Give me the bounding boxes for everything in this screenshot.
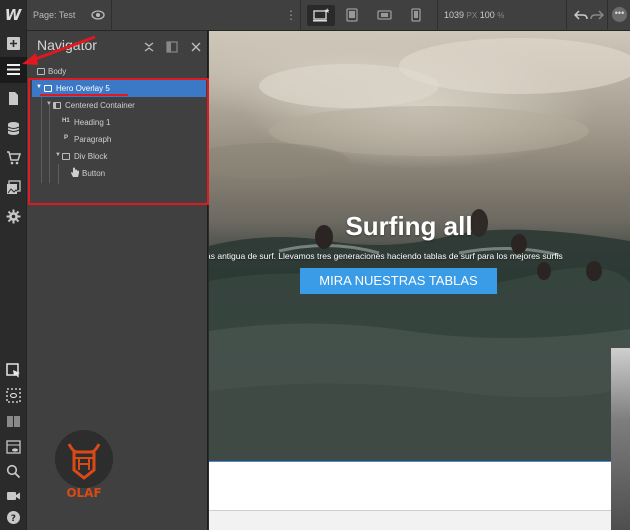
layout-eye-icon <box>6 440 21 454</box>
vertical-dots-icon[interactable]: ⋮ <box>285 8 297 22</box>
video-camera-icon <box>7 492 20 500</box>
barcode-icon <box>7 416 20 427</box>
cms-panel-button[interactable] <box>0 116 27 142</box>
page-preview-button[interactable] <box>0 435 27 461</box>
hero-heading[interactable]: Surfing all <box>209 211 609 242</box>
divider <box>111 0 112 31</box>
pages-panel-button[interactable] <box>0 86 27 112</box>
more-options-button[interactable]: ••• <box>612 7 627 22</box>
tablet-breakpoint-button[interactable] <box>339 5 367 26</box>
divider <box>437 0 438 31</box>
divider <box>607 0 608 31</box>
gear-icon <box>6 209 21 224</box>
page-selector[interactable]: Page: Test <box>33 10 75 20</box>
search-icon <box>6 464 21 479</box>
red-arrow-icon <box>22 35 96 65</box>
collapse-all-icon[interactable] <box>143 40 155 52</box>
red-underline <box>40 94 128 96</box>
page-name: Test <box>58 10 76 20</box>
preview-mode-button[interactable] <box>0 383 27 409</box>
divider <box>566 0 567 31</box>
dock-panel-icon[interactable] <box>166 40 178 53</box>
svg-text:★: ★ <box>324 8 329 15</box>
hero-background-image <box>209 38 630 461</box>
dashed-preview-icon <box>6 388 21 403</box>
phone-landscape-icon <box>377 10 392 20</box>
desktop-star-icon: ★ <box>313 8 329 22</box>
undo-icon[interactable] <box>573 8 588 22</box>
mobile-portrait-button[interactable] <box>403 5 431 26</box>
settings-panel-button[interactable] <box>0 204 27 230</box>
zoom-value: 100 <box>479 10 495 20</box>
olaf-logo-text: OLAF <box>66 486 102 500</box>
page-prefix: Page: <box>33 10 57 20</box>
phone-portrait-icon <box>411 8 421 22</box>
mobile-landscape-button[interactable] <box>371 5 399 26</box>
hero-overlay-section[interactable]: Surfing all ás antigua de surf. Llevamos… <box>209 31 630 461</box>
divider <box>300 0 301 31</box>
assets-panel-button[interactable] <box>0 175 27 201</box>
svg-text:?: ? <box>11 514 16 524</box>
help-button[interactable]: ? <box>0 505 27 530</box>
search-button[interactable] <box>0 459 27 485</box>
cart-icon <box>7 151 21 165</box>
hero-paragraph[interactable]: ás antigua de surf. Llevamos tres genera… <box>209 251 630 261</box>
page-icon <box>9 92 18 105</box>
audit-panel-button[interactable] <box>0 409 27 435</box>
database-icon <box>7 122 20 135</box>
adjacent-image-strip <box>611 348 630 530</box>
width-unit: PX <box>466 11 478 20</box>
tablet-icon <box>346 8 358 22</box>
left-toolbar: ? <box>0 31 27 530</box>
images-icon <box>7 180 21 194</box>
select-element-button[interactable] <box>0 358 27 384</box>
preview-eye-icon[interactable] <box>91 8 105 22</box>
canvas-size-readout: 1039 PX 100 % <box>444 10 504 20</box>
webflow-designer: W Page: Test ⋮ ★ 1039 PX 100 % ••• ? Nav… <box>0 0 630 530</box>
cursor-select-icon <box>6 363 20 378</box>
design-canvas[interactable]: Surfing all ás antigua de surf. Llevamos… <box>209 31 630 530</box>
olaf-watermark-logo: OLAF <box>55 430 113 508</box>
help-icon: ? <box>7 511 20 524</box>
viking-helmet-icon <box>67 443 101 480</box>
width-value: 1039 <box>444 10 465 20</box>
desktop-breakpoint-button[interactable]: ★ <box>307 5 335 26</box>
hero-cta-button[interactable]: MIRA NUESTRAS TABLAS <box>300 268 497 294</box>
next-section[interactable] <box>209 462 611 512</box>
ecommerce-panel-button[interactable] <box>0 145 27 171</box>
footer-section[interactable] <box>209 511 611 530</box>
close-icon[interactable] <box>190 40 202 52</box>
red-highlight-box <box>28 78 209 205</box>
zoom-unit: % <box>497 11 505 20</box>
redo-icon[interactable] <box>590 8 605 22</box>
